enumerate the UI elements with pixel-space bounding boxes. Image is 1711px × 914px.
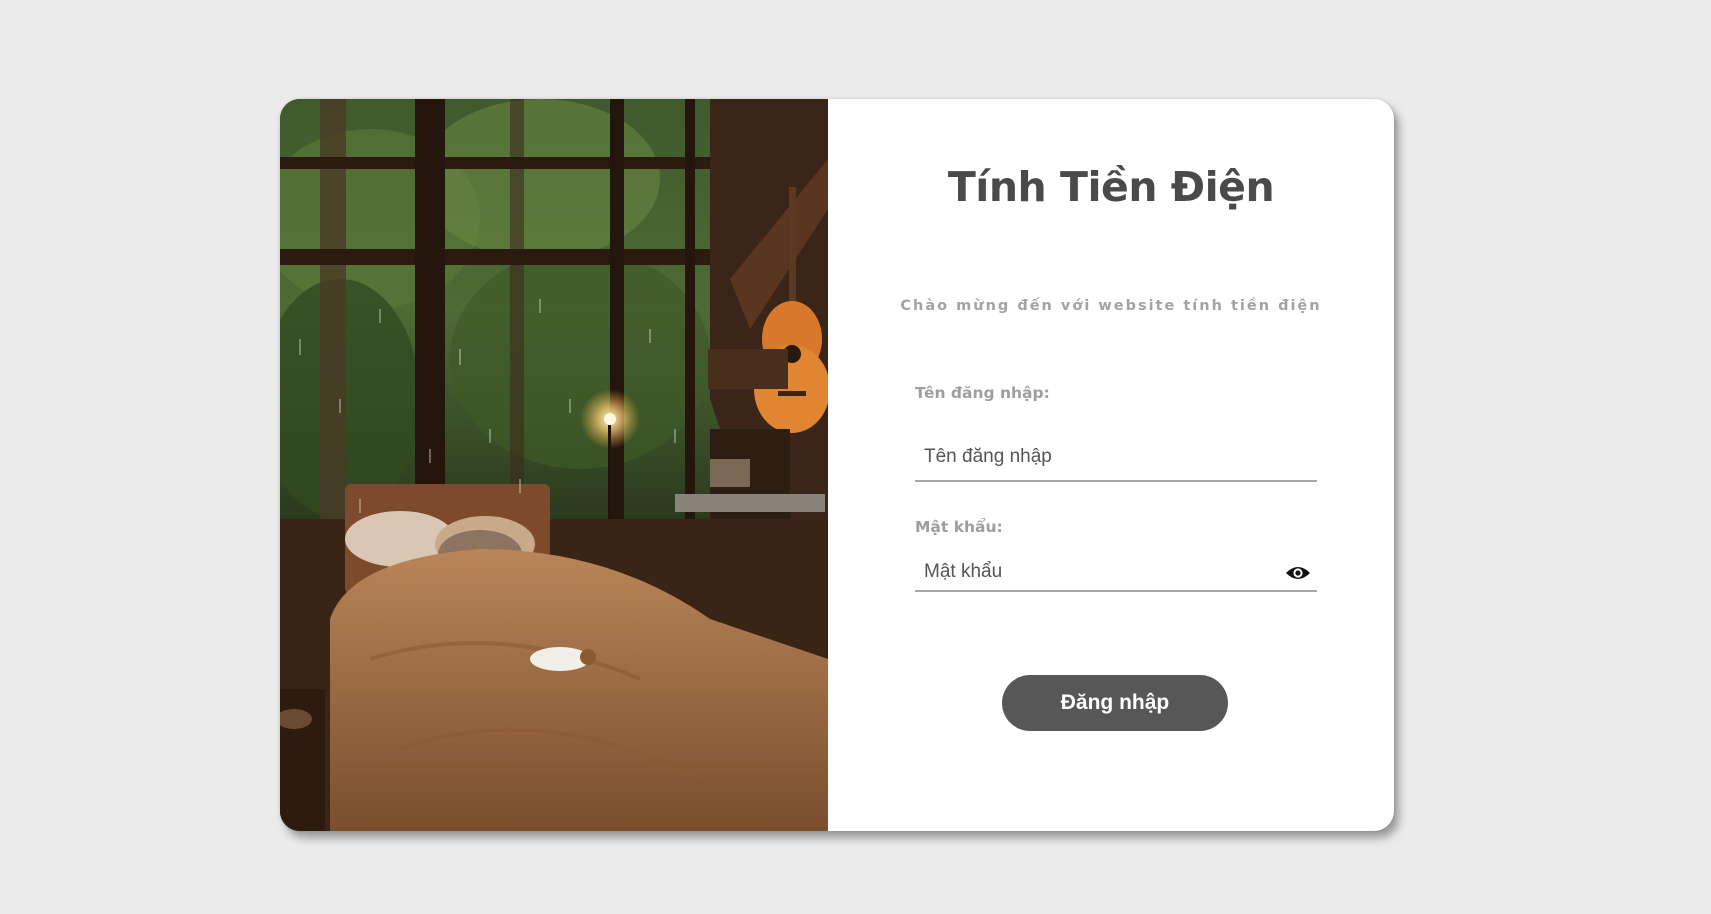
login-button[interactable]: Đăng nhập <box>1002 675 1228 731</box>
welcome-subtitle: Chào mừng đến với website tính tiền điện <box>900 298 1322 314</box>
password-label: Mật khẩu: <box>915 518 1003 536</box>
page-title: Tính Tiền Điện <box>947 163 1275 211</box>
login-form: Tính Tiền Điện Chào mừng đến với website… <box>828 99 1394 831</box>
password-field-container <box>915 554 1317 592</box>
username-input[interactable] <box>915 433 1284 480</box>
login-card: Tính Tiền Điện Chào mừng đến với website… <box>280 99 1394 831</box>
username-field-container <box>915 433 1317 482</box>
eye-icon[interactable] <box>1285 564 1311 582</box>
password-input[interactable] <box>915 554 1284 590</box>
username-label: Tên đăng nhập: <box>915 384 1050 402</box>
rainforest-bedroom-image <box>280 99 828 831</box>
